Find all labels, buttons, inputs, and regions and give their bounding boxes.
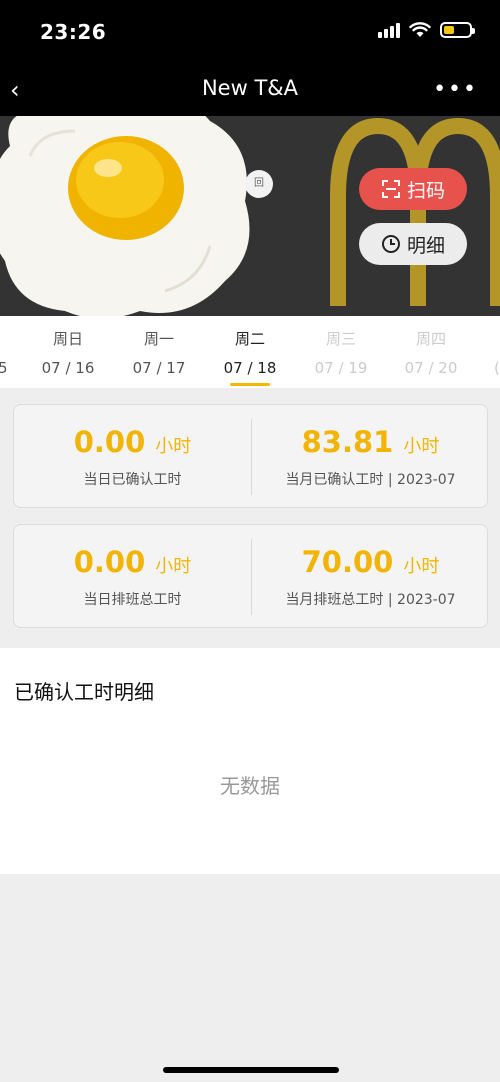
monthly-confirmed-hours: 83.81 小时 当月已确认工时 | 2023-07 bbox=[252, 405, 489, 509]
fried-egg-image bbox=[0, 116, 250, 316]
hero-banner: 回 扫码 明细 bbox=[0, 116, 500, 316]
confirmed-hours-detail-section: 已确认工时明细 无数据 bbox=[0, 648, 500, 874]
day-tab-sun[interactable]: 周日 07 / 16 bbox=[28, 328, 108, 377]
hours-value: 0.00 bbox=[73, 425, 146, 459]
status-time: 23:26 bbox=[40, 20, 107, 44]
hours-unit: 小时 bbox=[155, 436, 192, 457]
day-name: 周四 bbox=[415, 330, 446, 348]
next-day-edge[interactable]: ( bbox=[494, 359, 500, 377]
day-date: 07 / 17 bbox=[132, 359, 186, 377]
monthly-scheduled-hours: 70.00 小时 当月排班总工时 | 2023-07 bbox=[252, 525, 489, 629]
selected-day-indicator bbox=[230, 383, 270, 386]
wifi-icon bbox=[409, 22, 431, 37]
hours-value: 70.00 bbox=[301, 545, 394, 579]
scan-button-label: 扫码 bbox=[406, 179, 445, 202]
day-date: 07 / 16 bbox=[41, 359, 95, 377]
detail-button[interactable]: 明细 bbox=[359, 223, 467, 265]
day-tab-wed[interactable]: 周三 07 / 19 bbox=[301, 328, 381, 377]
scan-icon bbox=[381, 180, 400, 198]
week-selector: 5 周日 07 / 16 周一 07 / 17 周二 07 / 18 周三 07… bbox=[0, 316, 500, 388]
day-name: 周一 bbox=[143, 330, 174, 348]
day-tab-thu[interactable]: 周四 07 / 20 bbox=[391, 328, 471, 377]
home-indicator[interactable] bbox=[163, 1067, 339, 1073]
day-date: 07 / 19 bbox=[314, 359, 368, 377]
confirmed-hours-card: 0.00 小时 当日已确认工时 83.81 小时 当月已确认工时 | 2023-07 bbox=[13, 404, 488, 508]
hours-unit: 小时 bbox=[155, 556, 192, 577]
hours-value: 83.81 bbox=[301, 425, 394, 459]
more-options-button[interactable]: ••• bbox=[433, 77, 478, 102]
hours-unit: 小时 bbox=[403, 436, 440, 457]
day-tab-mon[interactable]: 周一 07 / 17 bbox=[119, 328, 199, 377]
badge-chip: 回 bbox=[245, 170, 273, 198]
status-icons bbox=[378, 22, 475, 38]
day-name: 周三 bbox=[325, 330, 356, 348]
scheduled-hours-card: 0.00 小时 当日排班总工时 70.00 小时 当月排班总工时 | 2023-07 bbox=[13, 524, 488, 628]
empty-state-text: 无数据 bbox=[220, 774, 280, 798]
stat-label: 当日已确认工时 bbox=[83, 472, 182, 488]
nav-bar: ‹ New T&A ••• bbox=[0, 64, 500, 116]
stat-label: 当月已确认工时 | 2023-07 bbox=[285, 472, 456, 488]
page-title: New T&A bbox=[201, 76, 299, 100]
daily-scheduled-hours: 0.00 小时 当日排班总工时 bbox=[14, 525, 251, 629]
hours-value: 0.00 bbox=[73, 545, 146, 579]
scan-button[interactable]: 扫码 bbox=[359, 168, 467, 210]
prev-day-edge[interactable]: 5 bbox=[0, 359, 8, 377]
day-date: 07 / 20 bbox=[404, 359, 458, 377]
hours-unit: 小时 bbox=[403, 556, 440, 577]
section-title: 已确认工时明细 bbox=[14, 680, 154, 704]
stat-label: 当月排班总工时 | 2023-07 bbox=[285, 592, 456, 608]
clock-icon bbox=[381, 235, 400, 253]
day-name: 周日 bbox=[52, 330, 83, 348]
day-name: 周二 bbox=[234, 330, 265, 348]
battery-icon bbox=[440, 22, 475, 38]
day-tab-tue[interactable]: 周二 07 / 18 bbox=[210, 328, 290, 386]
stat-label: 当日排班总工时 bbox=[83, 592, 182, 608]
cellular-signal-icon bbox=[378, 22, 400, 38]
detail-button-label: 明细 bbox=[406, 234, 445, 257]
status-bar: 23:26 bbox=[0, 0, 500, 64]
golden-arches-logo bbox=[330, 117, 500, 306]
daily-confirmed-hours: 0.00 小时 当日已确认工时 bbox=[14, 405, 251, 509]
day-date: 07 / 18 bbox=[223, 359, 277, 377]
